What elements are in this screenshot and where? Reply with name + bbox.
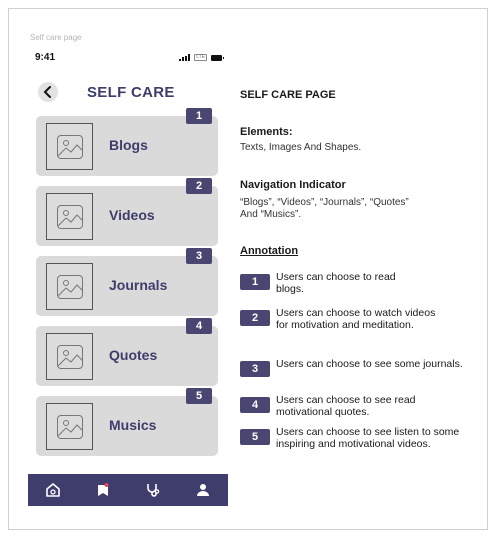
chevron-left-icon: [43, 86, 51, 98]
card-quotes[interactable]: Quotes 4: [36, 318, 218, 386]
battery-icon: [211, 55, 224, 61]
image-placeholder-icon: [46, 193, 93, 240]
section-title: SELF CARE PAGE: [240, 89, 336, 101]
annotation-number: 5: [240, 429, 270, 445]
stethoscope-icon: [147, 484, 160, 497]
annotation-heading: Annotation: [240, 245, 299, 257]
page-title: SELF CARE: [87, 84, 175, 101]
signal-icon: [179, 54, 191, 61]
card-label: Blogs: [109, 137, 148, 153]
home-icon: [46, 483, 60, 497]
nav-indicator-heading: Navigation Indicator: [240, 179, 346, 191]
frame-label: Self care page: [30, 33, 82, 42]
profile-icon: [197, 484, 209, 496]
phone-screen: 9:41 LTE SELF CARE Blogs 1 Videos 2 Jour…: [28, 46, 228, 506]
card-blogs[interactable]: Blogs 1: [36, 108, 218, 176]
card-journals[interactable]: Journals 3: [36, 248, 218, 316]
card-label: Journals: [109, 277, 168, 293]
annotation-number: 4: [240, 397, 270, 413]
card-label: Musics: [109, 417, 157, 433]
annotation-text: Users can choose to see some journals.: [276, 358, 463, 370]
card-videos[interactable]: Videos 2: [36, 178, 218, 246]
annotation-number: 3: [240, 361, 270, 377]
status-bar: 9:41 LTE: [28, 46, 228, 68]
number-badge: 2: [186, 178, 212, 194]
number-badge: 4: [186, 318, 212, 334]
status-time: 9:41: [35, 52, 56, 63]
nav-home[interactable]: [42, 479, 64, 501]
nav-indicator-text: “Blogs”, “Videos”, “Journals”, “Quotes” …: [240, 197, 409, 220]
elements-text: Texts, Images And Shapes.: [240, 142, 362, 153]
card-label: Quotes: [109, 347, 158, 363]
card-label: Videos: [109, 207, 155, 223]
card-musics[interactable]: Musics 5: [36, 388, 218, 456]
image-placeholder-icon: [46, 403, 93, 450]
annotation-number: 1: [240, 274, 270, 290]
image-placeholder-icon: [46, 333, 93, 380]
elements-heading: Elements:: [240, 126, 293, 138]
annotation-text: Users can choose to watch videos for mot…: [276, 307, 436, 331]
status-icons: LTE: [179, 54, 224, 61]
bottom-nav: [28, 474, 228, 506]
annotation-number: 2: [240, 310, 270, 326]
annotation-text: Users can choose to see read motivationa…: [276, 394, 416, 418]
annotation-text: Users can choose to see listen to some i…: [276, 426, 460, 450]
page-header: SELF CARE: [28, 80, 228, 104]
image-placeholder-icon: [46, 123, 93, 170]
nav-profile[interactable]: [192, 479, 214, 501]
annotation-text: Users can choose to read blogs.: [276, 271, 396, 295]
nav-self-care[interactable]: [92, 479, 114, 501]
number-badge: 3: [186, 248, 212, 264]
number-badge: 5: [186, 388, 212, 404]
number-badge: 1: [186, 108, 212, 124]
back-button[interactable]: [38, 82, 58, 102]
nav-health[interactable]: [142, 479, 164, 501]
image-placeholder-icon: [46, 263, 93, 310]
book-icon: [98, 483, 109, 496]
network-label: LTE: [194, 54, 207, 61]
